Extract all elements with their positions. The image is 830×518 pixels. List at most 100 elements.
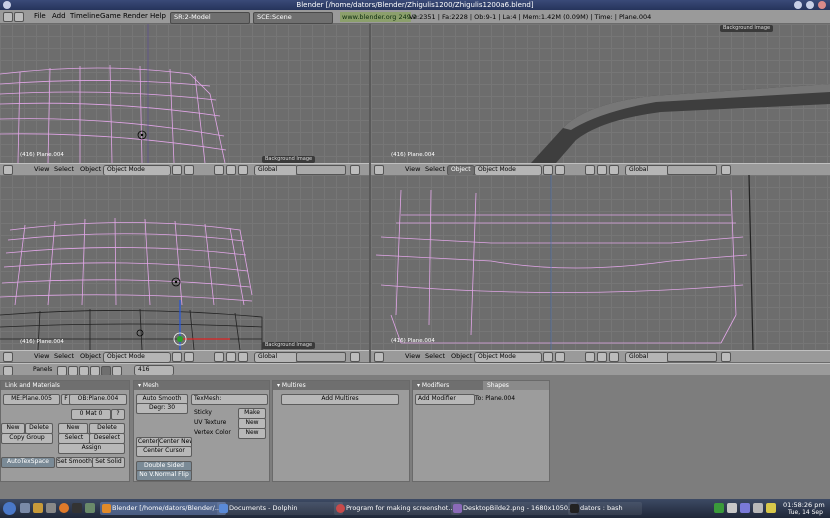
scale-icon[interactable]	[609, 352, 619, 362]
object-name-field[interactable]: OB:Plane.004	[69, 394, 127, 405]
assign-button[interactable]: Assign	[58, 443, 125, 454]
material-index-field[interactable]: 0 Mat 0	[71, 409, 111, 420]
computer-icon[interactable]	[46, 503, 56, 513]
panel-tab-modifiers[interactable]: ▾ Modifiers	[413, 381, 483, 390]
menu-view[interactable]: View	[405, 352, 420, 361]
kde-menu-icon[interactable]	[3, 502, 16, 515]
window-type-icon[interactable]	[3, 12, 13, 22]
task-dolphin[interactable]: Documents - Dolphin	[217, 502, 343, 515]
layer-buttons[interactable]	[667, 352, 717, 362]
hand-icon[interactable]	[585, 352, 595, 362]
hand-icon[interactable]	[214, 352, 224, 362]
minimize-icon[interactable]	[794, 1, 802, 9]
rotate-icon[interactable]	[226, 165, 236, 175]
task-konsole[interactable]: dators : bash	[568, 502, 642, 515]
view-type-icon[interactable]	[3, 352, 13, 362]
maximize-icon[interactable]	[806, 1, 814, 9]
menu-add[interactable]: Add	[52, 12, 66, 21]
menu-view[interactable]: View	[34, 165, 49, 174]
vertex-color-new-button[interactable]: New	[238, 428, 266, 439]
menu-object[interactable]: Object	[80, 352, 101, 361]
viewport-top-right[interactable]: Background Image (416) Plane.004	[371, 24, 830, 163]
menu-file[interactable]: File	[34, 12, 46, 21]
task-blender[interactable]: Blender [/home/dators/Blender/...	[100, 502, 226, 515]
mode-selector[interactable]: Object Mode	[474, 352, 542, 363]
background-image-tab[interactable]: Background Image	[262, 156, 316, 163]
panel-tab-shapes[interactable]: Shapes	[483, 381, 549, 390]
bluetooth-icon[interactable]	[740, 503, 750, 513]
orientation-selector[interactable]: Global	[254, 352, 298, 363]
copy-group-button[interactable]: Copy Group	[1, 433, 53, 444]
background-image-tab[interactable]: Background Image	[720, 25, 774, 32]
menu-object[interactable]: Object	[80, 165, 101, 174]
terminal-icon[interactable]	[72, 503, 82, 513]
layer-buttons[interactable]	[296, 352, 346, 362]
pivot-icon[interactable]	[184, 352, 194, 362]
hand-icon[interactable]	[214, 165, 224, 175]
rotate-icon[interactable]	[597, 352, 607, 362]
clock-date[interactable]: Tue, 14 Sep	[788, 509, 823, 517]
mesh-name-field[interactable]: ME:Plane.005	[3, 394, 60, 405]
view-type-icon[interactable]	[374, 165, 384, 175]
center-cursor-button[interactable]: Center Cursor	[136, 446, 192, 457]
desktop-icon[interactable]	[20, 503, 30, 513]
draw-type-icon[interactable]	[543, 165, 553, 175]
menu-view[interactable]: View	[34, 352, 49, 361]
menu-select[interactable]: Select	[425, 352, 445, 361]
lock-icon[interactable]	[721, 165, 731, 175]
add-modifier-button[interactable]: Add Modifier	[415, 394, 475, 405]
draw-type-icon[interactable]	[543, 352, 553, 362]
scale-icon[interactable]	[238, 352, 248, 362]
draw-type-icon[interactable]	[172, 352, 182, 362]
draw-type-icon[interactable]	[172, 165, 182, 175]
firefox-icon[interactable]	[59, 503, 69, 513]
orientation-selector[interactable]: Global	[625, 352, 669, 363]
smooth-degree-field[interactable]: Degr: 30	[136, 403, 188, 414]
task-ksnapshot[interactable]: Program for making screenshot...	[334, 502, 460, 515]
layer-buttons[interactable]	[667, 165, 717, 175]
clipboard-icon[interactable]	[727, 503, 737, 513]
pivot-icon[interactable]	[555, 352, 565, 362]
menu-render[interactable]: Render	[123, 12, 148, 21]
close-icon[interactable]	[818, 1, 826, 9]
set-smooth-button[interactable]: Set Smooth	[56, 457, 93, 468]
add-multires-button[interactable]: Add Multires	[281, 394, 399, 405]
lock-icon[interactable]	[350, 165, 360, 175]
menu-game[interactable]: Game	[100, 12, 121, 21]
lock-icon[interactable]	[350, 352, 360, 362]
no-vnormal-flip-toggle[interactable]: No V.Normal Flip	[136, 470, 192, 481]
autotexspace-toggle[interactable]: AutoTexSpace	[1, 457, 55, 468]
help-button[interactable]: ?	[111, 409, 125, 420]
menu-object[interactable]: Object	[451, 352, 472, 361]
scale-icon[interactable]	[238, 165, 248, 175]
pager-icon[interactable]	[85, 503, 95, 513]
collapse-menu-icon[interactable]	[14, 12, 24, 22]
scene-selector[interactable]: SCE:Scene	[253, 12, 333, 24]
menu-help[interactable]: Help	[150, 12, 166, 21]
home-folder-icon[interactable]	[33, 503, 43, 513]
battery-icon[interactable]	[766, 503, 776, 513]
view-type-icon[interactable]	[3, 165, 13, 175]
menu-select[interactable]: Select	[54, 352, 74, 361]
viewport-bottom-left[interactable]: (416) Plane.004 Background Image	[0, 175, 369, 350]
pivot-icon[interactable]	[184, 165, 194, 175]
rotate-icon[interactable]	[597, 165, 607, 175]
network-icon[interactable]	[714, 503, 724, 513]
viewport-bottom-right[interactable]: (416) Plane.004	[371, 175, 830, 350]
rotate-icon[interactable]	[226, 352, 236, 362]
mode-selector[interactable]: Object Mode	[103, 352, 171, 363]
pivot-icon[interactable]	[555, 165, 565, 175]
viewport-top-left[interactable]: (416) Plane.004 Background Image	[0, 24, 369, 163]
window-menu-icon[interactable]	[3, 1, 11, 9]
set-solid-button[interactable]: Set Solid	[92, 457, 125, 468]
texmesh-field[interactable]: TexMesh:	[191, 394, 268, 405]
layer-buttons[interactable]	[296, 165, 346, 175]
background-image-tab[interactable]: Background Image	[262, 342, 316, 349]
screen-selector[interactable]: SR:2-Model	[170, 12, 250, 24]
volume-icon[interactable]	[753, 503, 763, 513]
view-type-icon[interactable]	[374, 352, 384, 362]
hand-icon[interactable]	[585, 165, 595, 175]
menu-select[interactable]: Select	[54, 165, 74, 174]
menu-timeline[interactable]: Timeline	[70, 12, 100, 21]
menu-select[interactable]: Select	[425, 165, 445, 174]
